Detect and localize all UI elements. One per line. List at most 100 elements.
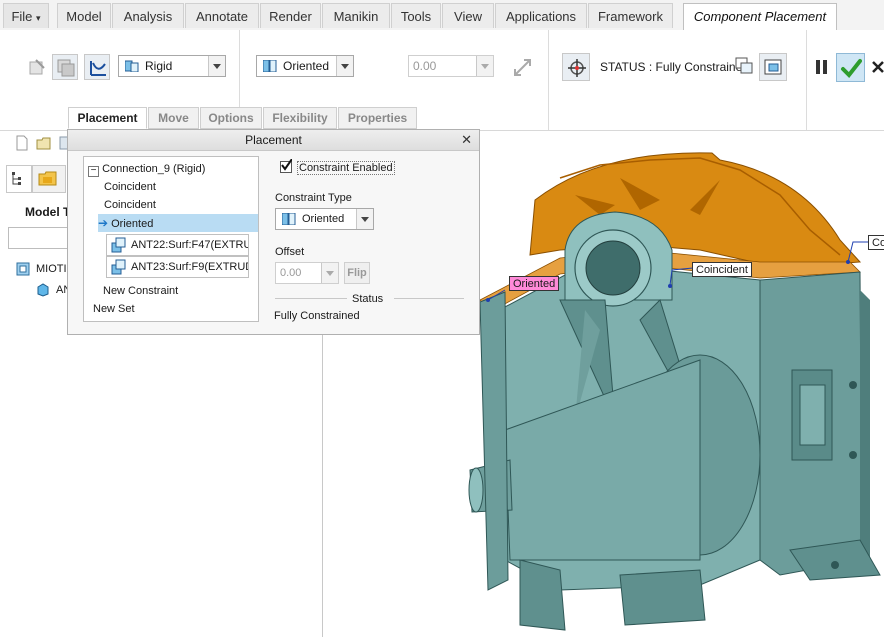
tab-label: Manikin <box>333 9 379 24</box>
panel-constraint-type-value: Oriented <box>302 213 345 225</box>
flip-button[interactable]: Flip <box>344 262 370 284</box>
tab-label: File <box>11 9 33 24</box>
tab-label: Render <box>269 9 312 24</box>
ribbon-tab-bar: File ▾ Model Analysis Annotate Render Ma… <box>0 0 884 31</box>
coincident-constraint-tag-partial[interactable]: Co <box>868 235 884 250</box>
tab-label: Framework <box>597 9 663 24</box>
tab-applications[interactable]: Applications <box>495 3 587 28</box>
tab-properties[interactable]: Properties <box>338 107 417 129</box>
tab-label: Tools <box>400 9 432 24</box>
oriented-constraint-tag[interactable]: Oriented <box>509 276 560 291</box>
tab-label: Placement <box>77 111 138 125</box>
tab-move[interactable]: Move <box>148 107 199 129</box>
model-tree-tab[interactable] <box>6 165 32 193</box>
assembly-window-icon <box>764 59 782 75</box>
oriented-icon <box>282 213 296 225</box>
model-tree-icon <box>12 172 21 185</box>
offset-label: Offset <box>275 246 305 258</box>
checkmark-icon <box>281 159 292 171</box>
assembly-reference-text: ANT23:Surf:F9(EXTRUD <box>131 261 249 273</box>
assembly-icon <box>16 262 30 276</box>
constraint-item-selected[interactable]: ➔ Oriented <box>98 214 258 232</box>
chevron-down-icon <box>321 263 338 283</box>
panel-constraint-type-select[interactable]: Oriented <box>275 208 374 230</box>
separate-window-button[interactable] <box>735 57 753 75</box>
curve-icon <box>90 61 106 76</box>
status-heading: Status <box>352 293 384 305</box>
rigid-icon <box>125 60 139 72</box>
ok-button[interactable] <box>836 53 865 82</box>
arrow-right-icon: ➔ <box>98 216 109 230</box>
model-tree-search-input[interactable] <box>8 227 72 249</box>
close-icon <box>872 61 884 73</box>
tab-label: Applications <box>505 9 577 24</box>
new-constraint-link[interactable]: New Constraint <box>103 282 178 300</box>
tab-manikin[interactable]: Manikin <box>322 3 390 28</box>
tab-render[interactable]: Render <box>260 3 321 28</box>
placement-panel-title: Placement <box>68 130 479 151</box>
tab-framework[interactable]: Framework <box>588 3 673 28</box>
ribbon-divider <box>806 30 807 130</box>
constraint-set-select[interactable]: Rigid <box>118 55 226 77</box>
new-set-link[interactable]: New Set <box>93 300 135 318</box>
tab-flexibility[interactable]: Flexibility <box>263 107 337 129</box>
offset-input[interactable]: 0.00 <box>408 55 494 77</box>
tab-analysis[interactable]: Analysis <box>112 3 184 28</box>
component-reference-text: ANT22:Surf:F47(EXTRU <box>131 239 249 251</box>
connection-node[interactable]: − Connection_9 (Rigid) <box>88 160 205 178</box>
component-reference-field[interactable]: ANT22:Surf:F47(EXTRU <box>106 234 249 256</box>
chevron-down-icon <box>336 56 353 76</box>
panel-offset-input[interactable]: 0.00 <box>275 262 339 284</box>
crosshair-move-icon <box>568 59 586 77</box>
panel-offset-value: 0.00 <box>280 267 302 279</box>
folder-icon <box>38 171 57 186</box>
constraint-enabled-label: Constraint Enabled <box>297 161 395 175</box>
constraint-item[interactable]: Coincident <box>104 196 156 214</box>
tab-options[interactable]: Options <box>200 107 262 129</box>
3d-dragger-button[interactable] <box>52 54 78 80</box>
oriented-icon <box>263 60 277 72</box>
tab-annotate[interactable]: Annotate <box>185 3 259 28</box>
pause-button[interactable] <box>815 59 829 75</box>
assembly-window-button[interactable] <box>759 53 787 81</box>
chevron-down-icon <box>208 56 225 76</box>
tab-label: Component Placement <box>693 9 827 24</box>
ribbon-divider <box>548 30 549 130</box>
chevron-down-icon <box>356 209 373 229</box>
tab-label: Analysis <box>123 9 173 24</box>
flip-arrows-icon <box>514 59 531 76</box>
cancel-button[interactable] <box>871 59 884 75</box>
collapse-icon[interactable]: − <box>88 166 99 177</box>
constraint-enabled-checkbox[interactable] <box>280 159 292 173</box>
constraint-type-value: Oriented <box>283 59 330 73</box>
pause-icon <box>816 60 827 74</box>
tab-view[interactable]: View <box>442 3 494 28</box>
use-interface-button[interactable] <box>24 54 50 80</box>
tab-component-placement[interactable]: Component Placement <box>683 3 837 31</box>
tab-model[interactable]: Model <box>57 3 111 28</box>
close-icon[interactable]: ✕ <box>461 132 472 148</box>
constraint-type-select[interactable]: Oriented <box>256 55 354 77</box>
open-folder-icon[interactable] <box>36 135 52 151</box>
tab-placement[interactable]: Placement <box>68 107 147 129</box>
surface-reference-icon <box>111 237 126 253</box>
tab-label: Move <box>158 111 189 125</box>
chevron-down-icon <box>476 56 493 76</box>
folder-browser-tab[interactable] <box>32 165 66 193</box>
coincident-constraint-tag[interactable]: Coincident <box>692 262 752 277</box>
component-window-icon <box>57 59 75 77</box>
part-icon <box>37 283 49 297</box>
move-component-button[interactable] <box>562 53 590 81</box>
tab-label: Annotate <box>195 9 249 24</box>
offset-value: 0.00 <box>413 59 437 73</box>
new-file-icon[interactable] <box>14 135 30 151</box>
interface-icon <box>29 59 45 75</box>
flip-button[interactable] <box>508 53 534 79</box>
constraint-type-label: Constraint Type <box>275 192 352 204</box>
constraint-sketch-button[interactable] <box>84 54 110 80</box>
tab-file[interactable]: File ▾ <box>3 3 49 28</box>
assembly-reference-field[interactable]: ANT23:Surf:F9(EXTRUD <box>106 256 249 278</box>
tab-tools[interactable]: Tools <box>391 3 441 28</box>
constraint-item[interactable]: Coincident <box>104 178 156 196</box>
tab-label: View <box>454 9 482 24</box>
